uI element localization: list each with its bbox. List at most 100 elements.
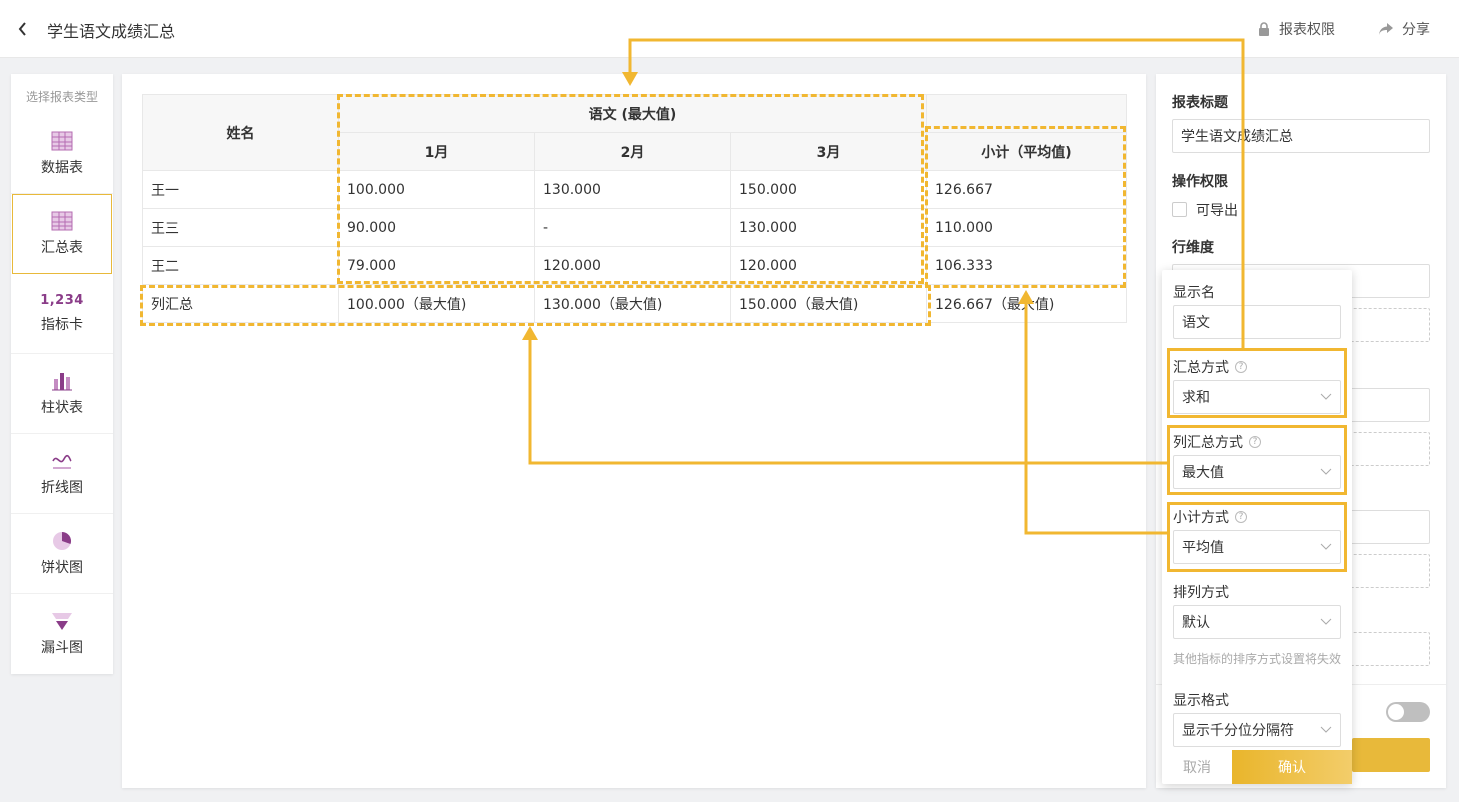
total-name-cell: 列汇总 <box>142 284 339 323</box>
sidebar-item-line-chart[interactable]: 折线图 <box>11 434 113 514</box>
report-permissions-label: 报表权限 <box>1279 22 1335 38</box>
value-cell: 100.000 <box>338 170 535 209</box>
month-header: 1月 <box>338 132 535 171</box>
option-toggle[interactable] <box>1386 702 1430 722</box>
report-type-sidebar: 选择报表类型 数据表 汇总表 1,234 指标卡 柱状表 折线图 饼状图 漏斗图 <box>11 74 113 674</box>
col-agg-method-label: 列汇总方式? <box>1173 432 1261 452</box>
sidebar-item-summary-table[interactable]: 汇总表 <box>12 194 112 274</box>
panel-primary-button[interactable] <box>1352 738 1430 772</box>
total-row: 列汇总 100.000（最大值) 130.000（最大值) 150.000（最大… <box>142 284 1127 323</box>
chevron-down-icon <box>1320 618 1332 625</box>
sort-method-select[interactable]: 默认 <box>1173 605 1341 639</box>
name-cell: 王三 <box>142 208 339 247</box>
row-dimension-label: 行维度 <box>1172 240 1214 256</box>
table-row: 王一 100.000 130.000 150.000 126.667 <box>142 170 1127 209</box>
ops-permissions-label: 操作权限 <box>1172 174 1228 190</box>
report-canvas: 姓名 语文 (最大值) 1月 2月 3月 小计（平均值) 王一 100.000 … <box>122 74 1146 788</box>
month-header: 2月 <box>534 132 731 171</box>
value-cell: 120.000 <box>534 246 731 285</box>
sidebar-title: 选择报表类型 <box>25 90 98 104</box>
sidebar-item-label: 柱状表 <box>41 399 83 416</box>
help-icon[interactable]: ? <box>1235 511 1247 523</box>
display-format-label: 显示格式 <box>1173 693 1229 709</box>
report-title-input[interactable] <box>1172 119 1430 153</box>
display-name-label: 显示名 <box>1173 285 1215 301</box>
subtotal-cell: 110.000 <box>926 208 1127 247</box>
number-card-icon: 1,234 <box>40 293 84 308</box>
display-format-value: 显示千分位分隔符 <box>1182 723 1294 739</box>
chevron-down-icon <box>1320 468 1332 475</box>
subtotal-method-select[interactable]: 平均值 <box>1173 530 1341 564</box>
lock-icon <box>1257 21 1271 37</box>
col-agg-method-select[interactable]: 最大值 <box>1173 455 1341 489</box>
sidebar-item-label: 数据表 <box>41 159 83 176</box>
table-row: 王二 79.000 120.000 120.000 106.333 <box>142 246 1127 285</box>
value-cell: 120.000 <box>730 246 927 285</box>
sort-hint: 其他指标的排序方式设置将失效 <box>1173 652 1342 666</box>
chevron-down-icon <box>1320 726 1332 733</box>
cancel-button[interactable]: 取消 <box>1162 750 1232 784</box>
agg-method-label: 汇总方式? <box>1173 357 1247 377</box>
field-settings-popover: 显示名 汇总方式? 求和 列汇总方式? 最大值 小计方式? 平均值 排列方式 默… <box>1162 270 1352 784</box>
name-cell: 王二 <box>142 246 339 285</box>
table-row: 王三 90.000 - 130.000 110.000 <box>142 208 1127 247</box>
sidebar-item-label: 指标卡 <box>41 317 83 333</box>
group-header-chinese: 语文 (最大值) <box>338 94 927 133</box>
display-name-input[interactable] <box>1173 305 1341 339</box>
sidebar-item-funnel-chart[interactable]: 漏斗图 <box>11 594 113 674</box>
back-arrow-icon[interactable] <box>16 20 30 38</box>
value-cell: 150.000 <box>730 170 927 209</box>
value-cell: - <box>534 208 731 247</box>
report-permissions-button[interactable]: 报表权限 <box>1257 19 1335 39</box>
value-cell: 79.000 <box>338 246 535 285</box>
sidebar-item-label: 饼状图 <box>41 559 83 576</box>
toggle-knob <box>1388 704 1404 720</box>
subtotal-cell: 126.667 <box>926 170 1127 209</box>
sidebar-item-label: 汇总表 <box>41 240 83 256</box>
display-format-select[interactable]: 显示千分位分隔符 <box>1173 713 1341 747</box>
agg-method-select[interactable]: 求和 <box>1173 380 1341 414</box>
summary-table: 姓名 语文 (最大值) 1月 2月 3月 小计（平均值) 王一 100.000 … <box>142 94 1127 323</box>
export-checkbox[interactable] <box>1172 202 1187 217</box>
funnel-chart-icon <box>52 613 72 630</box>
value-cell: 90.000 <box>338 208 535 247</box>
chevron-down-icon <box>1320 393 1332 400</box>
table-icon <box>51 131 73 150</box>
report-title-label: 报表标题 <box>1172 95 1228 111</box>
summary-table-icon <box>51 211 73 231</box>
subtotal-method-value: 平均值 <box>1182 540 1224 556</box>
share-arrow-icon <box>1378 22 1394 36</box>
sidebar-item-label: 折线图 <box>41 479 83 496</box>
name-cell: 王一 <box>142 170 339 209</box>
total-value-cell: 130.000（最大值) <box>534 284 731 323</box>
total-value-cell: 150.000（最大值) <box>730 284 927 323</box>
sidebar-item-number-card[interactable]: 1,234 指标卡 <box>11 274 113 354</box>
sidebar-item-data-table[interactable]: 数据表 <box>11 114 113 194</box>
export-checkbox-label: 可导出 <box>1196 203 1238 219</box>
value-cell: 130.000 <box>730 208 927 247</box>
col-agg-method-value: 最大值 <box>1182 465 1224 481</box>
sort-method-label: 排列方式 <box>1173 585 1229 601</box>
subtotal-method-label: 小计方式? <box>1173 507 1247 527</box>
month-header: 3月 <box>730 132 927 171</box>
share-label: 分享 <box>1402 22 1430 38</box>
row-header-name: 姓名 <box>142 94 339 171</box>
line-chart-icon <box>52 454 72 469</box>
agg-method-value: 求和 <box>1182 390 1210 406</box>
pie-chart-icon <box>53 531 72 550</box>
subtotal-header: 小计（平均值) <box>926 132 1127 171</box>
total-value-cell: 100.000（最大值) <box>338 284 535 323</box>
group-header-empty <box>926 94 1127 133</box>
sidebar-item-label: 漏斗图 <box>41 640 83 656</box>
top-header: 学生语文成绩汇总 报表权限 分享 <box>0 0 1459 58</box>
value-cell: 130.000 <box>534 170 731 209</box>
sidebar-item-pie-chart[interactable]: 饼状图 <box>11 514 113 594</box>
help-icon[interactable]: ? <box>1249 436 1261 448</box>
page-title: 学生语文成绩汇总 <box>47 22 176 41</box>
help-icon[interactable]: ? <box>1235 361 1247 373</box>
sidebar-item-bar-chart[interactable]: 柱状表 <box>11 354 113 434</box>
sort-method-value: 默认 <box>1182 615 1210 631</box>
confirm-button[interactable]: 确认 <box>1232 750 1352 784</box>
bar-chart-icon <box>52 372 72 390</box>
share-button[interactable]: 分享 <box>1378 19 1430 39</box>
